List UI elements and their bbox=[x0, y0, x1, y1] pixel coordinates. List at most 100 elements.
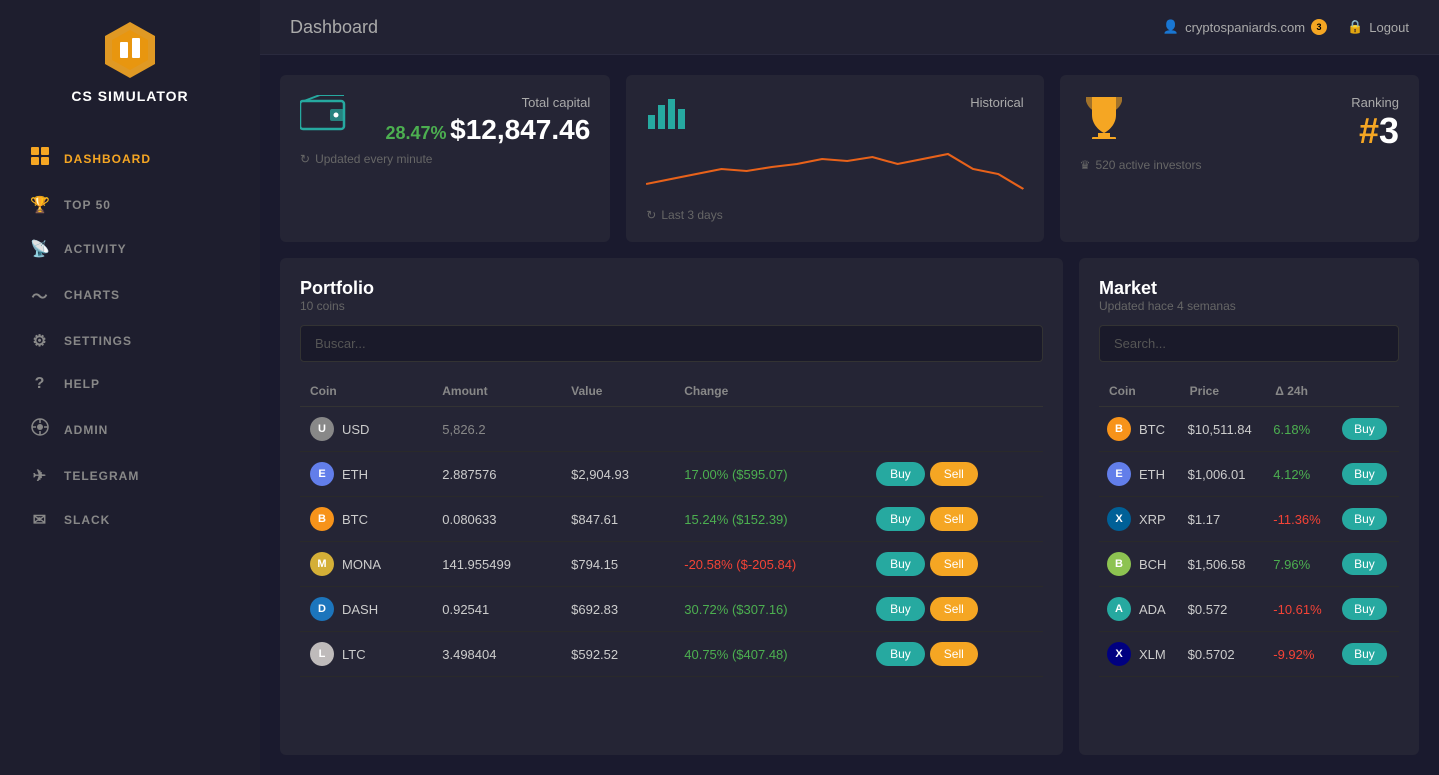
portfolio-amount: 141.955499 bbox=[432, 542, 561, 587]
app-title: CS SIMULATOR bbox=[71, 88, 188, 104]
buy-button[interactable]: Buy bbox=[876, 462, 925, 486]
activity-icon: 📡 bbox=[30, 239, 50, 259]
col-amount: Amount bbox=[432, 376, 561, 407]
market-coin-cell: EETH bbox=[1099, 452, 1180, 497]
logout-button[interactable]: 🔒 Logout bbox=[1347, 19, 1409, 35]
portfolio-actions: BuySell bbox=[866, 587, 1043, 632]
market-change: 6.18% bbox=[1265, 407, 1334, 452]
market-panel: Market Updated hace 4 semanas Coin Price… bbox=[1079, 258, 1419, 755]
portfolio-change: -20.58% ($-205.84) bbox=[674, 542, 866, 587]
username: cryptospaniards.com bbox=[1185, 20, 1305, 35]
capital-pct: 28.47% bbox=[385, 123, 446, 143]
sidebar: CS SIMULATOR DASHBOARD 🏆 TOP 50 📡 ACTIVI… bbox=[0, 0, 260, 775]
user-info: 👤 cryptospaniards.com 3 bbox=[1163, 19, 1327, 35]
market-buy-button[interactable]: Buy bbox=[1342, 598, 1387, 620]
buy-button[interactable]: Buy bbox=[876, 552, 925, 576]
sidebar-item-settings[interactable]: ⚙ SETTINGS bbox=[0, 319, 260, 363]
market-price: $1,006.01 bbox=[1180, 452, 1266, 497]
ranking-value: #3 bbox=[1351, 110, 1399, 152]
market-col-change: Δ 24h bbox=[1265, 376, 1334, 407]
portfolio-table-wrap: Coin Amount Value Change UUSD5,826.2EETH… bbox=[300, 376, 1043, 735]
portfolio-coin-cell: EETH bbox=[300, 452, 432, 497]
user-icon: 👤 bbox=[1163, 19, 1179, 35]
buy-button[interactable]: Buy bbox=[876, 507, 925, 531]
sell-button[interactable]: Sell bbox=[930, 462, 978, 486]
portfolio-row: DDASH0.92541$692.8330.72% ($307.16)BuySe… bbox=[300, 587, 1043, 632]
sidebar-item-top50[interactable]: 🏆 TOP 50 bbox=[0, 183, 260, 227]
sidebar-item-telegram[interactable]: ✈ TELEGRAM bbox=[0, 454, 260, 498]
sidebar-label-telegram: TELEGRAM bbox=[64, 469, 139, 483]
portfolio-change bbox=[674, 407, 866, 452]
sidebar-label-dashboard: DASHBOARD bbox=[64, 152, 151, 166]
sidebar-item-slack[interactable]: ✉ SLACK bbox=[0, 498, 260, 542]
market-col-coin: Coin bbox=[1099, 376, 1180, 407]
market-buy-button[interactable]: Buy bbox=[1342, 463, 1387, 485]
col-change: Change bbox=[674, 376, 866, 407]
sidebar-label-top50: TOP 50 bbox=[64, 198, 111, 212]
trophy-rank-icon bbox=[1080, 95, 1128, 142]
market-change: -11.36% bbox=[1265, 497, 1334, 542]
sidebar-item-admin[interactable]: ADMIN bbox=[0, 405, 260, 454]
buy-button[interactable]: Buy bbox=[876, 597, 925, 621]
market-buy-cell: Buy bbox=[1334, 632, 1399, 677]
sell-button[interactable]: Sell bbox=[930, 597, 978, 621]
sell-button[interactable]: Sell bbox=[930, 507, 978, 531]
portfolio-change: 40.75% ($407.48) bbox=[674, 632, 866, 677]
portfolio-coin-cell: BBTC bbox=[300, 497, 432, 542]
capital-sub: ↻ Updated every minute bbox=[300, 152, 590, 166]
portfolio-row: EETH2.887576$2,904.9317.00% ($595.07)Buy… bbox=[300, 452, 1043, 497]
refresh-icon2: ↻ bbox=[646, 208, 656, 222]
market-buy-button[interactable]: Buy bbox=[1342, 418, 1387, 440]
historical-title: Historical bbox=[970, 95, 1023, 110]
portfolio-change: 30.72% ($307.16) bbox=[674, 587, 866, 632]
portfolio-search-input[interactable] bbox=[300, 325, 1043, 362]
portfolio-amount: 3.498404 bbox=[432, 632, 561, 677]
chart-bar-icon bbox=[646, 95, 690, 139]
portfolio-value: $847.61 bbox=[561, 497, 674, 542]
charts-icon: 〜 bbox=[30, 283, 50, 307]
sidebar-item-help[interactable]: ? HELP bbox=[0, 363, 260, 405]
logo-icon bbox=[100, 20, 160, 80]
market-coin-cell: XXLM bbox=[1099, 632, 1180, 677]
market-price: $0.572 bbox=[1180, 587, 1266, 632]
market-search-input[interactable] bbox=[1099, 325, 1399, 362]
content: Total capital 28.47% $12,847.46 ↻ Update… bbox=[260, 55, 1439, 775]
portfolio-coin-cell: UUSD bbox=[300, 407, 432, 452]
market-sub: Updated hace 4 semanas bbox=[1099, 299, 1399, 313]
sidebar-item-charts[interactable]: 〜 CHARTS bbox=[0, 271, 260, 319]
page-title: Dashboard bbox=[290, 17, 378, 38]
admin-icon bbox=[30, 417, 50, 442]
col-actions bbox=[866, 376, 1043, 407]
historical-chart bbox=[646, 139, 1023, 199]
portfolio-value bbox=[561, 407, 674, 452]
portfolio-amount: 2.887576 bbox=[432, 452, 561, 497]
market-change: 4.12% bbox=[1265, 452, 1334, 497]
sell-button[interactable]: Sell bbox=[930, 552, 978, 576]
sidebar-item-activity[interactable]: 📡 ACTIVITY bbox=[0, 227, 260, 271]
portfolio-row: BBTC0.080633$847.6115.24% ($152.39)BuySe… bbox=[300, 497, 1043, 542]
market-col-buy bbox=[1334, 376, 1399, 407]
sidebar-label-activity: ACTIVITY bbox=[64, 242, 127, 256]
market-row: XXLM$0.5702-9.92%Buy bbox=[1099, 632, 1399, 677]
col-coin: Coin bbox=[300, 376, 432, 407]
market-col-price: Price bbox=[1180, 376, 1266, 407]
portfolio-panel: Portfolio 10 coins Coin Amount Value Cha… bbox=[280, 258, 1063, 755]
total-capital-card: Total capital 28.47% $12,847.46 ↻ Update… bbox=[280, 75, 610, 242]
main-area: Dashboard 👤 cryptospaniards.com 3 🔒 Logo… bbox=[260, 0, 1439, 775]
portfolio-amount: 0.080633 bbox=[432, 497, 561, 542]
buy-button[interactable]: Buy bbox=[876, 642, 925, 666]
market-buy-button[interactable]: Buy bbox=[1342, 508, 1387, 530]
market-table: Coin Price Δ 24h BBTC$10,511.846.18%BuyE… bbox=[1099, 376, 1399, 677]
market-coin-cell: BBCH bbox=[1099, 542, 1180, 587]
market-change: -10.61% bbox=[1265, 587, 1334, 632]
portfolio-actions: BuySell bbox=[866, 632, 1043, 677]
sidebar-item-dashboard[interactable]: DASHBOARD bbox=[0, 134, 260, 183]
market-buy-button[interactable]: Buy bbox=[1342, 553, 1387, 575]
crown-icon: ♛ bbox=[1080, 158, 1091, 172]
market-change: 7.96% bbox=[1265, 542, 1334, 587]
sell-button[interactable]: Sell bbox=[930, 642, 978, 666]
market-row: BBTC$10,511.846.18%Buy bbox=[1099, 407, 1399, 452]
market-buy-button[interactable]: Buy bbox=[1342, 643, 1387, 665]
market-coin-cell: XXRP bbox=[1099, 497, 1180, 542]
help-icon: ? bbox=[30, 375, 50, 393]
